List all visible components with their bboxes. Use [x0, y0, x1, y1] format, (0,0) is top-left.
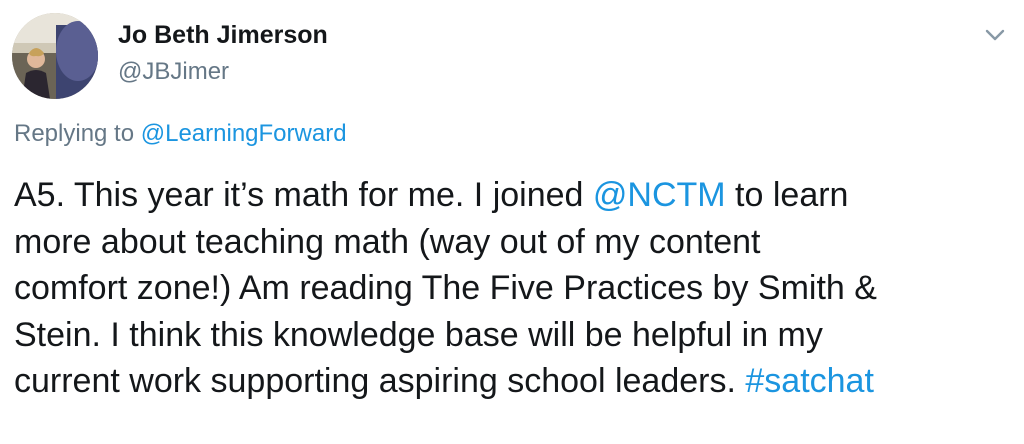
tweet-line: Stein. I think this knowledge base will …	[14, 315, 823, 354]
chevron-down-icon[interactable]	[981, 24, 1009, 46]
author-handle[interactable]: @JBJimer	[118, 58, 229, 86]
avatar-photo	[12, 13, 98, 99]
tweet-line: more about teaching math (way out of my …	[14, 222, 761, 261]
tweet-text-segment: current work supporting aspiring school …	[14, 362, 746, 400]
mention-link[interactable]: @NCTM	[593, 176, 726, 214]
tweet-line: comfort zone!) Am reading The Five Pract…	[14, 269, 877, 307]
tweet-line: current work supporting aspiring school …	[14, 358, 1014, 405]
tweet-text-segment: to learn	[725, 176, 849, 214]
hashtag-link[interactable]: #satchat	[745, 362, 874, 400]
replying-to: Replying to @LearningForward	[14, 120, 347, 148]
author-display-name[interactable]: Jo Beth Jimerson	[118, 21, 328, 50]
avatar[interactable]	[12, 13, 98, 99]
tweet-text-segment: A5. This year it’s math for me. I joined	[14, 176, 593, 214]
tweet-text: A5. This year it’s math for me. I joined…	[14, 172, 1014, 405]
tweet-line: A5. This year it’s math for me. I joined…	[14, 172, 1014, 219]
reply-mention-link[interactable]: @LearningForward	[141, 120, 347, 147]
replying-to-label: Replying to	[14, 120, 141, 147]
